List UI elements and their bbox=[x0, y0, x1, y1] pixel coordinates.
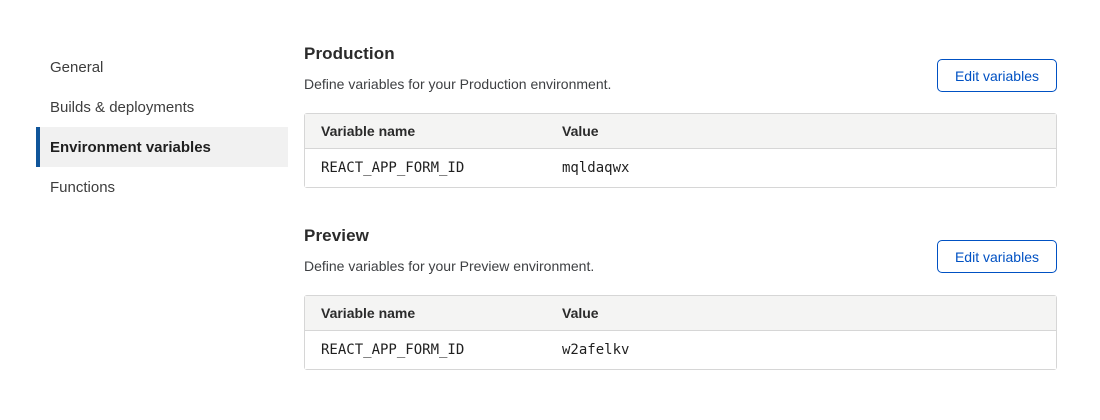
production-variables-table: Variable name Value REACT_APP_FORM_ID mq… bbox=[304, 113, 1057, 188]
preview-variables-table: Variable name Value REACT_APP_FORM_ID w2… bbox=[304, 295, 1057, 370]
settings-page: General Builds & deployments Environment… bbox=[0, 0, 1100, 420]
table-row: REACT_APP_FORM_ID w2afelkv bbox=[305, 331, 1056, 369]
sidebar-item-label: Environment variables bbox=[50, 139, 211, 156]
preview-edit-variables-button[interactable]: Edit variables bbox=[937, 240, 1057, 273]
variable-value-cell: mqldaqwx bbox=[546, 149, 1056, 187]
column-header-value: Value bbox=[546, 296, 1056, 331]
sidebar-item-builds-deployments[interactable]: Builds & deployments bbox=[36, 87, 288, 127]
sidebar-item-label: Builds & deployments bbox=[50, 99, 194, 116]
sidebar-item-environment-variables[interactable]: Environment variables bbox=[36, 127, 288, 167]
environment-variables-content: Production Define variables for your Pro… bbox=[304, 0, 1100, 420]
column-header-value: Value bbox=[546, 114, 1056, 149]
settings-sidebar: General Builds & deployments Environment… bbox=[0, 0, 304, 420]
sidebar-item-label: Functions bbox=[50, 179, 115, 196]
preview-section: Preview Define variables for your Previe… bbox=[304, 226, 1057, 370]
column-header-variable-name: Variable name bbox=[305, 114, 546, 149]
variable-value-cell: w2afelkv bbox=[546, 331, 1056, 369]
variable-name-cell: REACT_APP_FORM_ID bbox=[305, 331, 546, 369]
sidebar-item-label: General bbox=[50, 59, 103, 76]
production-edit-variables-button[interactable]: Edit variables bbox=[937, 59, 1057, 92]
sidebar-item-functions[interactable]: Functions bbox=[36, 167, 288, 207]
sidebar-item-general[interactable]: General bbox=[36, 47, 288, 87]
variable-name-cell: REACT_APP_FORM_ID bbox=[305, 149, 546, 187]
production-section: Production Define variables for your Pro… bbox=[304, 44, 1057, 188]
table-row: REACT_APP_FORM_ID mqldaqwx bbox=[305, 149, 1056, 187]
table-header-row: Variable name Value bbox=[305, 114, 1056, 149]
table-header-row: Variable name Value bbox=[305, 296, 1056, 331]
column-header-variable-name: Variable name bbox=[305, 296, 546, 331]
